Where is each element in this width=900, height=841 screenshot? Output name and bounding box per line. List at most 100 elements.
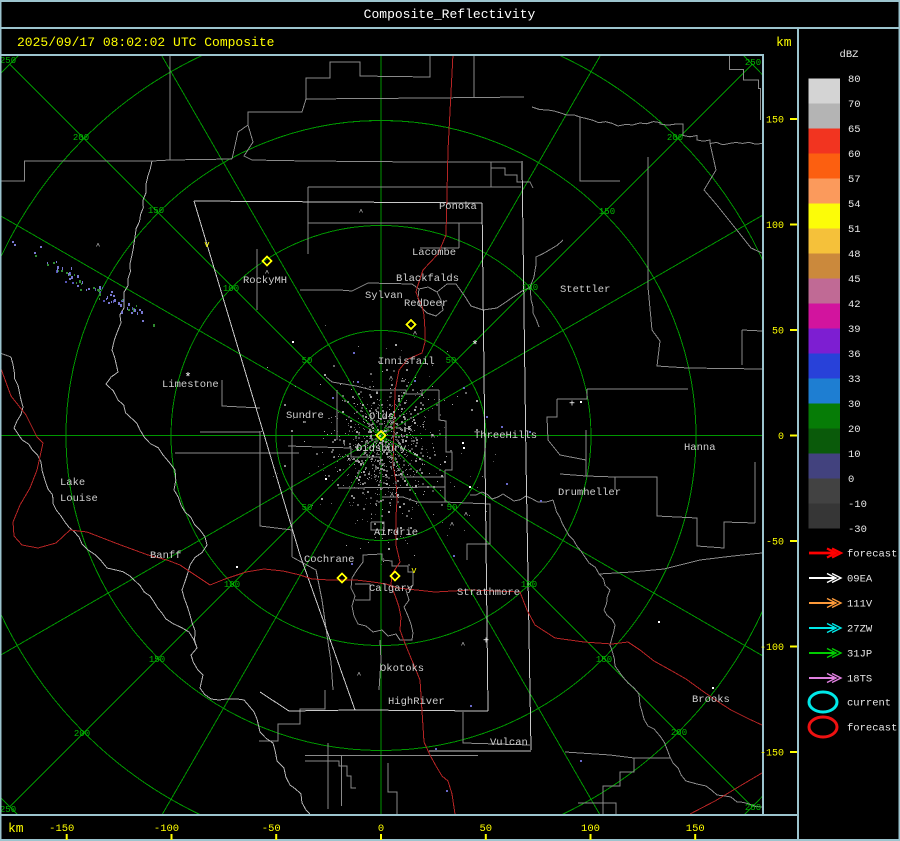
svg-text:100: 100	[223, 284, 239, 294]
svg-text:Sundre: Sundre	[286, 410, 324, 422]
svg-text:Stettler: Stettler	[560, 284, 610, 296]
svg-text:50: 50	[302, 503, 313, 513]
svg-text:150: 150	[766, 115, 784, 126]
svg-text:39: 39	[848, 324, 861, 336]
svg-text:^: ^	[359, 208, 364, 217]
svg-text:^: ^	[413, 330, 418, 339]
svg-text:51: 51	[848, 224, 861, 236]
svg-text:30: 30	[848, 399, 861, 411]
svg-text:-150: -150	[49, 823, 74, 835]
svg-text:50: 50	[447, 503, 458, 513]
svg-text:km: km	[776, 35, 792, 50]
svg-text:^: ^	[461, 641, 466, 650]
svg-text:Composite_Reflectivity: Composite_Reflectivity	[364, 7, 536, 22]
svg-text:150: 150	[149, 655, 165, 665]
svg-text:+: +	[569, 400, 575, 411]
svg-text:200: 200	[667, 133, 683, 143]
svg-text:27ZW: 27ZW	[847, 623, 873, 635]
svg-text:^: ^	[390, 492, 395, 501]
svg-text:50: 50	[772, 326, 784, 337]
svg-text:*: *	[184, 371, 191, 385]
svg-text:80: 80	[848, 74, 861, 86]
svg-text:0: 0	[778, 432, 784, 443]
svg-text:31JP: 31JP	[847, 648, 872, 660]
svg-text:-10: -10	[848, 499, 867, 511]
svg-text:-100: -100	[154, 823, 179, 835]
svg-text:forecast: forecast	[847, 722, 897, 734]
svg-text:70: 70	[848, 99, 861, 111]
svg-text:150: 150	[599, 207, 615, 217]
svg-text:Vulcan: Vulcan	[490, 737, 528, 749]
svg-text:^: ^	[389, 375, 394, 384]
svg-text:150: 150	[596, 655, 612, 665]
svg-text:Strathmore: Strathmore	[457, 587, 520, 599]
svg-text:current: current	[847, 697, 891, 709]
svg-text:18TS: 18TS	[847, 673, 872, 685]
svg-text:100: 100	[521, 580, 537, 590]
svg-text:100: 100	[522, 283, 538, 293]
svg-text:^: ^	[265, 269, 270, 278]
svg-text:RedDeer: RedDeer	[404, 298, 448, 310]
svg-text:Calgary: Calgary	[369, 583, 413, 595]
svg-text:100: 100	[581, 823, 600, 835]
svg-text:HighRiver: HighRiver	[388, 696, 445, 708]
svg-text:Drumheller: Drumheller	[558, 487, 621, 499]
svg-text:09EA: 09EA	[847, 573, 873, 585]
svg-text:50: 50	[302, 356, 313, 366]
svg-text:33: 33	[848, 374, 861, 386]
svg-text:0: 0	[848, 474, 854, 486]
svg-text:Olds: Olds	[369, 411, 394, 423]
svg-text:^: ^	[96, 242, 101, 251]
svg-text:0: 0	[378, 823, 384, 835]
svg-text:200: 200	[73, 133, 89, 143]
svg-text:-50: -50	[262, 823, 281, 835]
svg-text:-100: -100	[760, 643, 784, 654]
svg-text:10: 10	[848, 449, 861, 461]
svg-text:50: 50	[446, 356, 457, 366]
svg-text:^: ^	[464, 511, 469, 520]
svg-text:Louise: Louise	[60, 493, 98, 505]
svg-text:v: v	[411, 566, 417, 576]
svg-text:Lacombe: Lacombe	[412, 247, 456, 259]
svg-text:65: 65	[848, 124, 861, 136]
svg-text:2025/09/17 08:02:02 UTC Compos: 2025/09/17 08:02:02 UTC Composite	[17, 35, 274, 50]
svg-text:100: 100	[766, 221, 784, 232]
svg-text:+: +	[483, 637, 489, 648]
svg-text:Okotoks: Okotoks	[380, 663, 424, 675]
svg-text:-30: -30	[848, 524, 867, 536]
svg-text:Didsbury: Didsbury	[356, 443, 406, 455]
svg-text:60: 60	[848, 149, 861, 161]
svg-text:Sylvan: Sylvan	[365, 290, 403, 302]
svg-text:Blackfalds: Blackfalds	[396, 273, 459, 285]
svg-text:v: v	[204, 240, 210, 250]
svg-text:36: 36	[848, 349, 861, 361]
svg-text:150: 150	[148, 206, 164, 216]
svg-text:100: 100	[224, 580, 240, 590]
svg-text:-150: -150	[760, 748, 784, 759]
svg-text:dBZ: dBZ	[840, 49, 859, 61]
svg-text:-50: -50	[766, 537, 784, 548]
svg-text:^: ^	[381, 462, 386, 471]
svg-text:Banff: Banff	[150, 550, 182, 562]
svg-text:Brooks: Brooks	[692, 694, 730, 706]
svg-text:150: 150	[686, 823, 705, 835]
svg-text:forecast: forecast	[847, 548, 897, 560]
svg-text:ThreeHills: ThreeHills	[474, 430, 537, 442]
svg-text:Lake: Lake	[60, 477, 85, 489]
svg-text:^: ^	[357, 671, 362, 680]
svg-text:45: 45	[848, 274, 861, 286]
svg-text:200: 200	[671, 728, 687, 738]
svg-text:250: 250	[0, 56, 16, 66]
svg-text:111V: 111V	[847, 598, 873, 610]
svg-text:250: 250	[745, 58, 761, 68]
svg-text:Hanna: Hanna	[684, 442, 716, 454]
svg-text:250: 250	[0, 805, 16, 815]
svg-text:km: km	[8, 821, 24, 836]
svg-text:Ponoka: Ponoka	[439, 201, 477, 213]
svg-text:42: 42	[848, 299, 861, 311]
svg-text:57: 57	[848, 174, 861, 186]
svg-text:*: *	[471, 339, 478, 353]
svg-text:^: ^	[431, 433, 436, 442]
svg-text:250: 250	[745, 803, 761, 813]
svg-text:^: ^	[450, 521, 455, 530]
